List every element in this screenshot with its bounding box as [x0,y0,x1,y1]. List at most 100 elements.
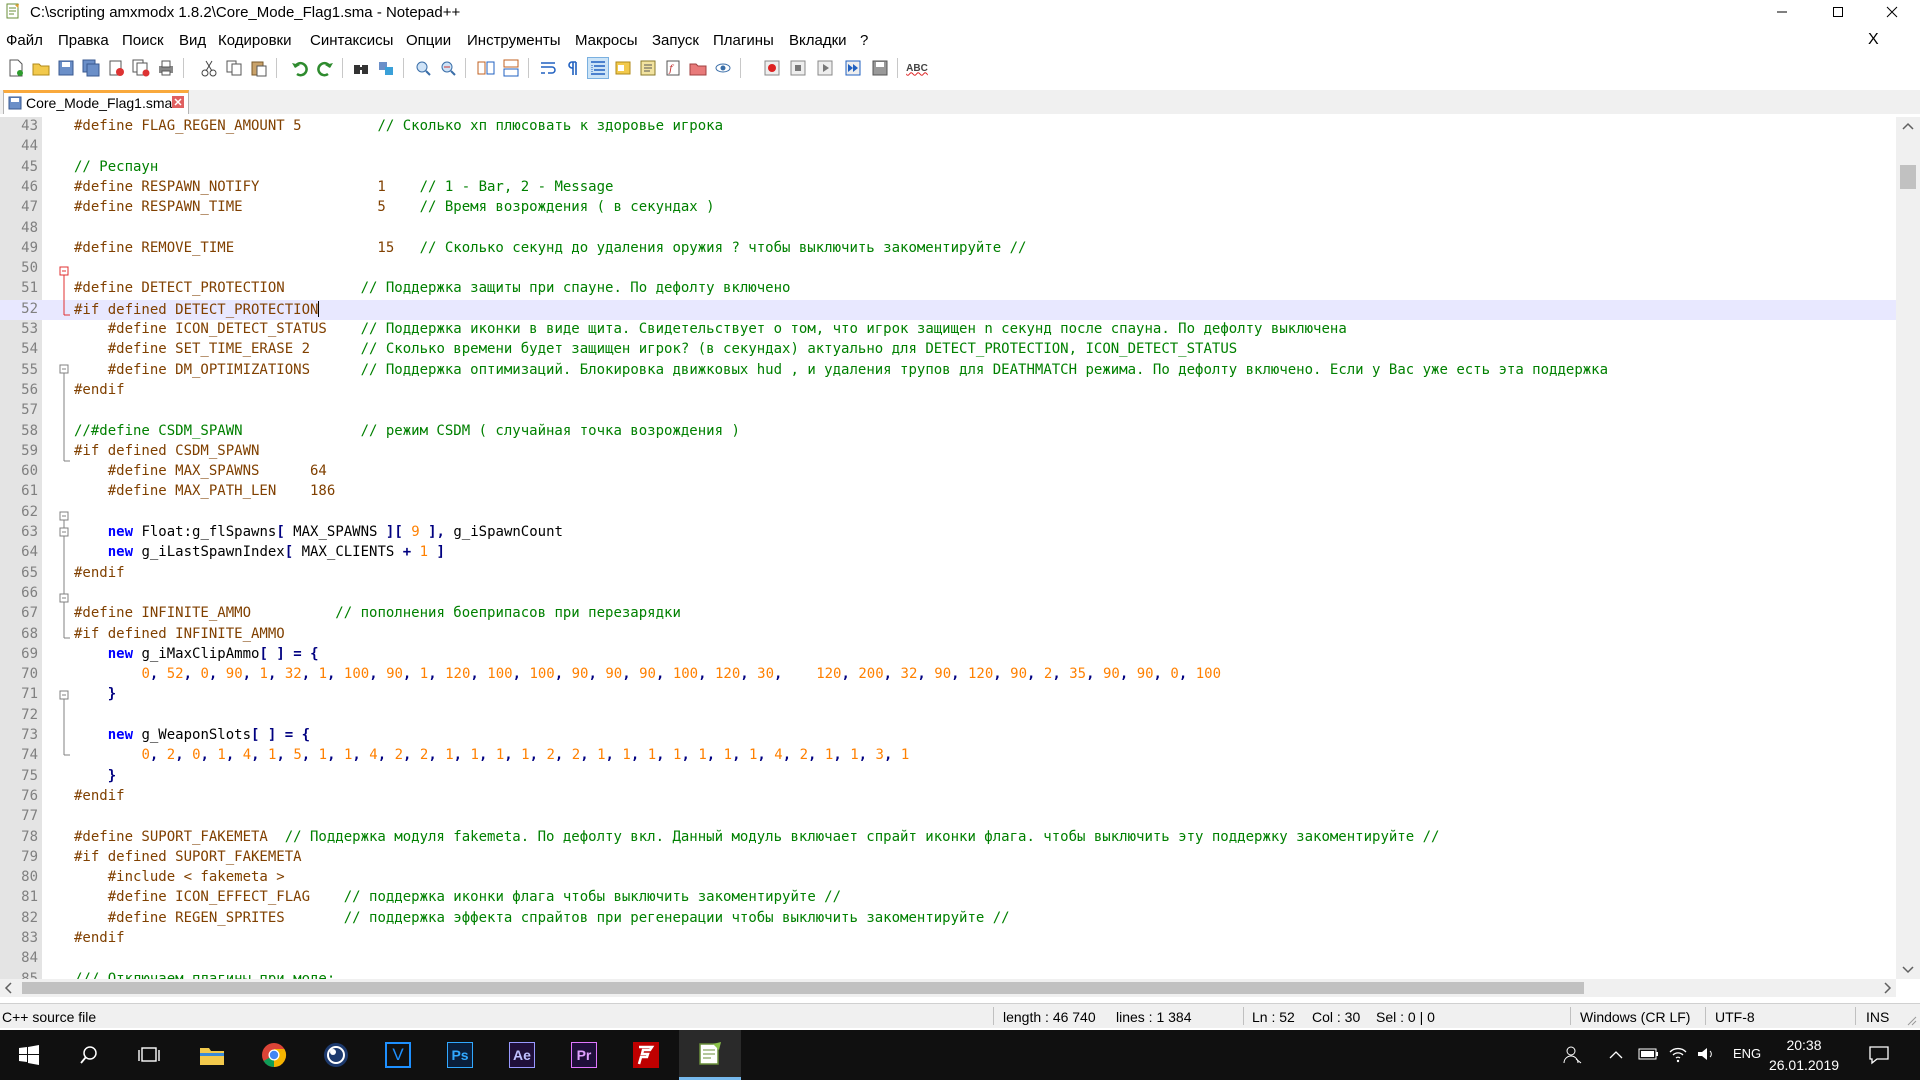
status-eol[interactable]: Windows (CR LF) [1580,1009,1690,1025]
line-text[interactable]: #define FLAG_REGEN_AMOUNT 5 // Сколько х… [74,118,723,134]
line-text[interactable]: #define SUPORT_FAKEMETA // Поддержка мод… [74,829,1439,845]
code-line[interactable]: 52 #if defined DETECT_PROTECTION [0,300,1896,320]
show-hidden-icons-icon[interactable] [1608,1047,1624,1063]
code-line[interactable]: 70 0, 52, 0, 90, 1, 32, 1, 100, 90, 1, 1… [0,665,1896,685]
line-text[interactable]: /// Отключаем плагины при моде: [74,971,335,979]
code-line[interactable]: 51 #define DETECT_PROTECTION // Поддержка… [0,279,1896,299]
scroll-right-icon[interactable] [1878,979,1896,997]
people-icon[interactable] [1563,1045,1583,1065]
code-line[interactable]: 60 #define MAX_SPAWNS 64 [0,462,1896,482]
volume-icon[interactable] [1696,1045,1716,1063]
close-button[interactable] [1864,0,1920,24]
menu-plugins[interactable]: Плагины [713,32,774,49]
code-line[interactable]: 67 #define INFINITE_AMMO // пополнения бо… [0,604,1896,624]
run-macro-multiple-button[interactable] [842,57,864,79]
show-all-chars-button[interactable] [562,57,584,79]
save-macro-button[interactable] [869,57,891,79]
menu-edit[interactable]: Правка [58,32,109,49]
menu-encoding[interactable]: Кодировки [218,32,291,49]
menu-settings[interactable]: Опции [406,32,451,49]
code-line[interactable]: 68 #if defined INFINITE_AMMO [0,625,1896,645]
line-text[interactable]: #define DETECT_PROTECTION // Поддержка з… [74,280,790,296]
code-line[interactable]: 83 #endif [0,929,1896,949]
line-text[interactable]: #define MAX_SPAWNS 64 [74,463,327,479]
zoom-in-button[interactable] [412,57,434,79]
paste-button[interactable] [248,57,270,79]
fold-margin[interactable] [56,117,72,979]
line-text[interactable]: #define REGEN_SPRITES // поддержка эффек… [74,910,1010,926]
print-button[interactable] [155,57,177,79]
cut-button[interactable] [198,57,220,79]
menu-run[interactable]: Запуск [652,32,699,49]
indent-guide-button[interactable] [587,57,609,79]
code-line[interactable]: 58 //#define CSDM_SPAWN // режим CSDM ( с… [0,422,1896,442]
line-text[interactable]: #define RESPAWN_NOTIFY 1 // 1 - Bar, 2 -… [74,179,613,195]
code-line[interactable]: 81 #define ICON_EFFECT_FLAG // поддержка… [0,888,1896,908]
taskbar-filezilla[interactable] [617,1030,675,1080]
line-text[interactable]: new g_iMaxClipAmmo[ ] = { [74,646,319,662]
line-text[interactable]: // Респаун [74,159,158,175]
code-line[interactable]: 48 [0,219,1896,239]
line-text[interactable]: #define REMOVE_TIME 15 // Сколько секунд… [74,240,1026,256]
code-line[interactable]: 44 [0,137,1896,157]
code-line[interactable]: 66 [0,584,1896,604]
playback-macro-button[interactable] [814,57,836,79]
line-text[interactable]: 0, 2, 0, 1, 4, 1, 5, 1, 1, 4, 2, 2, 1, 1… [74,747,909,763]
code-line[interactable]: 69 new g_iMaxClipAmmo[ ] = { [0,645,1896,665]
line-text[interactable]: #endif [74,565,125,581]
code-line[interactable]: 43 #define FLAG_REGEN_AMOUNT 5 // Сколько… [0,117,1896,137]
taskbar-notepad-plus-plus[interactable] [679,1030,741,1080]
line-text[interactable]: #if defined SUPORT_FAKEMETA [74,849,302,865]
sync-vertical-button[interactable] [475,57,497,79]
line-text[interactable]: #define MAX_PATH_LEN 186 [74,483,336,499]
code-line[interactable]: 73 new g_WeaponSlots[ ] = { [0,726,1896,746]
line-text[interactable]: #if defined CSDM_SPAWN [74,443,259,459]
save-button[interactable] [55,57,77,79]
folder-as-workspace-button[interactable] [687,57,709,79]
code-line[interactable]: 64 new g_iLastSpawnIndex[ MAX_CLIENTS + … [0,543,1896,563]
close-all-button[interactable] [130,57,152,79]
undo-button[interactable] [289,57,311,79]
minimize-button[interactable] [1754,0,1810,24]
code-editor[interactable]: 43 #define FLAG_REGEN_AMOUNT 5 // Сколько… [0,117,1920,979]
record-macro-button[interactable] [761,57,783,79]
code-line[interactable]: 63 new Float:g_flSpawns[ MAX_SPAWNS ][ 9… [0,523,1896,543]
line-text[interactable]: #define RESPAWN_TIME 5 // Время возрожде… [74,199,715,215]
horizontal-scrollbar[interactable] [0,979,1896,997]
doc-map-button[interactable] [637,57,659,79]
spell-check-button[interactable]: ABC [905,57,929,79]
code-line[interactable]: 49 #define REMOVE_TIME 15 // Сколько секу… [0,239,1896,259]
code-line[interactable]: 77 [0,807,1896,827]
line-text[interactable]: #define INFINITE_AMMO // пополнения боеп… [74,605,681,621]
line-text[interactable]: //#define CSDM_SPAWN // режим CSDM ( слу… [74,423,740,439]
wifi-icon[interactable] [1668,1045,1688,1063]
line-text[interactable]: #define ICON_EFFECT_FLAG // поддержка ик… [74,889,841,905]
close-file-button[interactable] [105,57,127,79]
action-center-icon[interactable] [1868,1044,1890,1066]
search-button[interactable] [60,1030,118,1080]
scroll-left-icon[interactable] [0,979,18,997]
line-text[interactable]: new g_iLastSpawnIndex[ MAX_CLIENTS + 1 ] [74,544,445,560]
taskbar-chrome[interactable] [245,1030,303,1080]
menu-help[interactable]: ? [860,32,868,49]
new-file-button[interactable] [5,57,27,79]
task-view-button[interactable] [120,1030,178,1080]
start-button[interactable] [0,1030,58,1080]
resize-grip-icon[interactable] [1905,1014,1917,1026]
line-text[interactable]: } [74,768,116,784]
sync-horizontal-button[interactable] [500,57,522,79]
function-list-button[interactable]: f [662,57,684,79]
taskbar-after-effects[interactable]: Ae [493,1030,551,1080]
code-line[interactable]: 85 /// Отключаем плагины при моде: [0,970,1896,979]
find-button[interactable] [350,57,372,79]
menu-file[interactable]: Файл [6,32,43,49]
menu-macro[interactable]: Макросы [575,32,638,49]
code-line[interactable]: 46 #define RESPAWN_NOTIFY 1 // 1 - Bar, 2… [0,178,1896,198]
maximize-button[interactable] [1810,0,1866,24]
input-language-indicator[interactable]: ENG [1733,1046,1761,1061]
code-line[interactable]: 47 #define RESPAWN_TIME 5 // Время возрож… [0,198,1896,218]
line-text[interactable]: #endif [74,788,125,804]
taskbar-cinema4d[interactable] [307,1030,365,1080]
hscrollbar-thumb[interactable] [22,982,1584,994]
code-line[interactable]: 45 // Респаун [0,158,1896,178]
